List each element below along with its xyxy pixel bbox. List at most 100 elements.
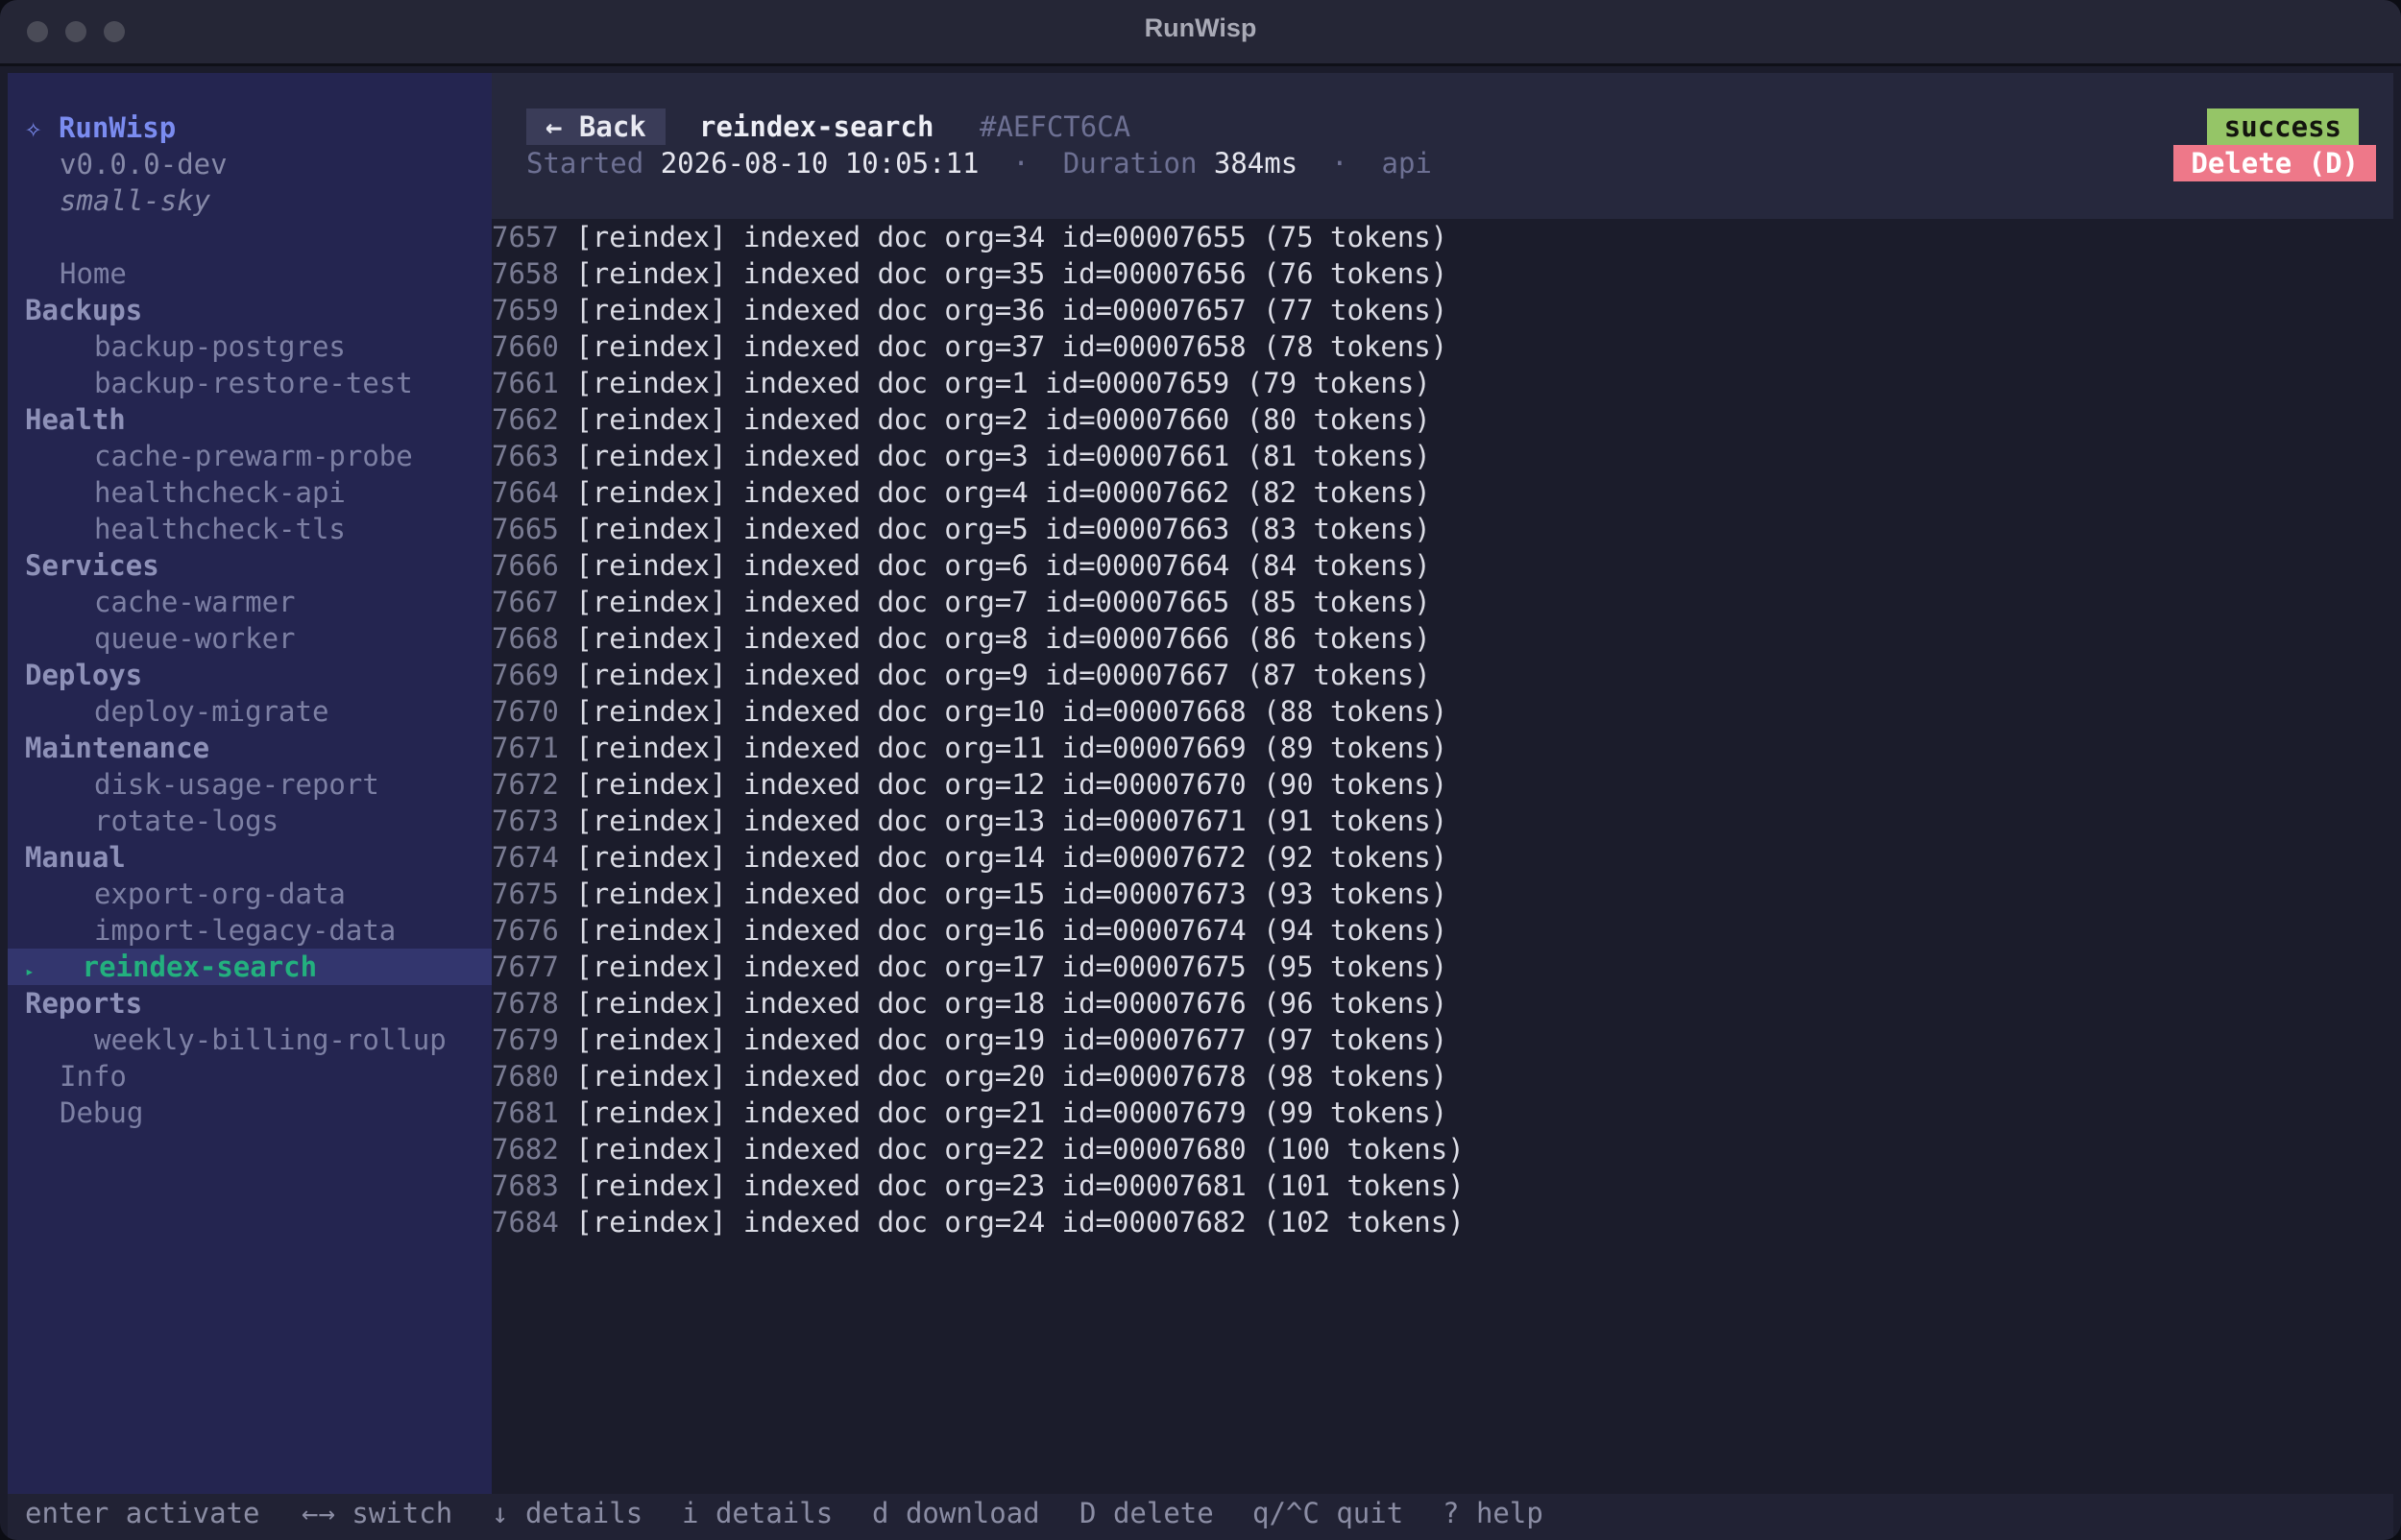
log-line-number: 7671 <box>492 732 559 764</box>
key-hint-key: ? <box>1443 1497 1460 1529</box>
log-line: 7673 [reindex] indexed doc org=13 id=000… <box>492 803 2393 839</box>
sidebar-item-disk-usage-report[interactable]: disk-usage-report <box>8 766 492 803</box>
run-header: ← Back reindex-search #AEFCT6CA Started … <box>492 73 2393 219</box>
log-line-text: [reindex] indexed doc org=20 id=00007678… <box>575 1060 1448 1093</box>
sidebar-group-manual: Manual <box>25 841 126 874</box>
key-hint: q/^C quit <box>1252 1494 1403 1532</box>
log-line-number: 7678 <box>492 987 559 1020</box>
log-line-text: [reindex] indexed doc org=22 id=00007680… <box>575 1133 1465 1166</box>
log-line: 7663 [reindex] indexed doc org=3 id=0000… <box>492 438 2393 474</box>
key-hint-key: i <box>682 1497 699 1529</box>
log-line-text: [reindex] indexed doc org=4 id=00007662 … <box>575 476 1431 509</box>
key-hint-key: ↓ <box>492 1497 509 1529</box>
log-line-number: 7683 <box>492 1169 559 1202</box>
log-line: 7671 [reindex] indexed doc org=11 id=000… <box>492 730 2393 766</box>
log-line: 7683 [reindex] indexed doc org=23 id=000… <box>492 1167 2393 1204</box>
sidebar-group-reports: Reports <box>25 987 143 1020</box>
log-output[interactable]: 7657 [reindex] indexed doc org=34 id=000… <box>492 219 2393 1240</box>
log-line-text: [reindex] indexed doc org=14 id=00007672… <box>575 841 1448 874</box>
log-line-text: [reindex] indexed doc org=15 id=00007673… <box>575 878 1448 910</box>
log-line-number: 7676 <box>492 914 559 947</box>
sidebar-item-backup-restore-test[interactable]: backup-restore-test <box>8 365 492 401</box>
run-detail-pane: ← Back reindex-search #AEFCT6CA Started … <box>492 73 2393 1494</box>
sidebar-item-info[interactable]: Info <box>8 1058 492 1095</box>
sidebar-item-healthcheck-api[interactable]: healthcheck-api <box>8 474 492 511</box>
log-line-text: [reindex] indexed doc org=13 id=00007671… <box>575 805 1448 837</box>
log-line: 7662 [reindex] indexed doc org=2 id=0000… <box>492 401 2393 438</box>
meta-separator: · <box>1331 147 1348 180</box>
key-hint-label: help <box>1475 1497 1543 1529</box>
log-line-number: 7662 <box>492 403 559 436</box>
log-line-text: [reindex] indexed doc org=17 id=00007675… <box>575 950 1448 983</box>
log-line-number: 7660 <box>492 330 559 363</box>
key-hint: enter activate <box>25 1494 259 1532</box>
brand-name: RunWisp <box>58 111 177 144</box>
log-line: 7658 [reindex] indexed doc org=35 id=000… <box>492 255 2393 292</box>
sidebar-item-import-legacy-data[interactable]: import-legacy-data <box>8 912 492 949</box>
log-line: 7660 [reindex] indexed doc org=37 id=000… <box>492 328 2393 365</box>
log-line-text: [reindex] indexed doc org=21 id=00007679… <box>575 1096 1448 1129</box>
log-line-text: [reindex] indexed doc org=7 id=00007665 … <box>575 586 1431 618</box>
log-line-text: [reindex] indexed doc org=12 id=00007670… <box>575 768 1448 801</box>
key-hint-key: d <box>872 1497 889 1529</box>
log-line-number: 7664 <box>492 476 559 509</box>
run-id: #AEFCT6CA <box>980 110 1131 143</box>
log-line-text: [reindex] indexed doc org=9 id=00007667 … <box>575 659 1431 691</box>
log-line: 7657 [reindex] indexed doc org=34 id=000… <box>492 219 2393 255</box>
sidebar-item-debug[interactable]: Debug <box>8 1095 492 1131</box>
key-hint: i details <box>682 1494 833 1532</box>
log-line: 7667 [reindex] indexed doc org=7 id=0000… <box>492 584 2393 620</box>
key-hint-label: download <box>905 1497 1040 1529</box>
log-line-number: 7669 <box>492 659 559 691</box>
log-line-number: 7657 <box>492 221 559 253</box>
app-window: RunWisp ✧ RunWisp v0.0.0-dev small-sky Home… <box>0 0 2401 1540</box>
log-line-text: [reindex] indexed doc org=10 id=00007668… <box>575 695 1448 728</box>
app-version: v0.0.0-dev <box>60 148 228 180</box>
sidebar-item-backup-postgres[interactable]: backup-postgres <box>8 328 492 365</box>
sidebar-item-rotate-logs[interactable]: rotate-logs <box>8 803 492 839</box>
sidebar-item-cache-prewarm-probe[interactable]: cache-prewarm-probe <box>8 438 492 474</box>
delete-button[interactable]: Delete (D) <box>2173 145 2376 181</box>
log-line-number: 7675 <box>492 878 559 910</box>
sidebar-item-export-org-data[interactable]: export-org-data <box>8 876 492 912</box>
log-line: 7668 [reindex] indexed doc org=8 id=0000… <box>492 620 2393 657</box>
log-line: 7659 [reindex] indexed doc org=36 id=000… <box>492 292 2393 328</box>
sidebar-item-home[interactable]: Home <box>8 255 492 292</box>
log-line-text: [reindex] indexed doc org=16 id=00007674… <box>575 914 1448 947</box>
sidebar-item-deploy-migrate[interactable]: deploy-migrate <box>8 693 492 730</box>
log-line-number: 7674 <box>492 841 559 874</box>
app-content: ✧ RunWisp v0.0.0-dev small-sky Home Backups b… <box>8 73 2393 1540</box>
log-line-number: 7680 <box>492 1060 559 1093</box>
log-line-number: 7663 <box>492 440 559 472</box>
job-name: reindex-search <box>699 110 934 143</box>
log-line: 7665 [reindex] indexed doc org=5 id=0000… <box>492 511 2393 547</box>
key-hint-label: delete <box>1112 1497 1214 1529</box>
log-line: 7670 [reindex] indexed doc org=10 id=000… <box>492 693 2393 730</box>
back-button[interactable]: ← Back <box>526 108 666 145</box>
log-line: 7678 [reindex] indexed doc org=18 id=000… <box>492 985 2393 1022</box>
log-line-number: 7672 <box>492 768 559 801</box>
log-line: 7669 [reindex] indexed doc org=9 id=0000… <box>492 657 2393 693</box>
sidebar-group-maintenance: Maintenance <box>25 732 210 764</box>
log-line-number: 7668 <box>492 622 559 655</box>
host-name: small-sky <box>60 184 211 217</box>
log-line-text: [reindex] indexed doc org=23 id=00007681… <box>575 1169 1465 1202</box>
sidebar-item-queue-worker[interactable]: queue-worker <box>8 620 492 657</box>
sidebar-item-cache-warmer[interactable]: cache-warmer <box>8 584 492 620</box>
sidebar-group-health: Health <box>25 403 126 436</box>
run-meta: Started 2026-08-10 10:05:11 · Duration 3… <box>526 145 1432 181</box>
key-hint: ? help <box>1443 1494 1543 1532</box>
key-hint-key: D <box>1079 1497 1097 1529</box>
log-line: 7674 [reindex] indexed doc org=14 id=000… <box>492 839 2393 876</box>
log-line-text: [reindex] indexed doc org=18 id=00007676… <box>575 987 1448 1020</box>
log-line: 7677 [reindex] indexed doc org=17 id=000… <box>492 949 2393 985</box>
log-line: 7672 [reindex] indexed doc org=12 id=000… <box>492 766 2393 803</box>
selected-marker-icon: ▸ <box>25 962 35 980</box>
key-hint: ↓ details <box>492 1494 643 1532</box>
key-hint: d download <box>872 1494 1040 1532</box>
sidebar-item-weekly-billing-rollup[interactable]: weekly-billing-rollup <box>8 1022 492 1058</box>
key-hint: D delete <box>1079 1494 1214 1532</box>
title-bar: RunWisp <box>0 0 2401 66</box>
sidebar-item-healthcheck-tls[interactable]: healthcheck-tls <box>8 511 492 547</box>
sidebar-item-reindex-search[interactable]: ▸ reindex-search <box>8 949 492 985</box>
